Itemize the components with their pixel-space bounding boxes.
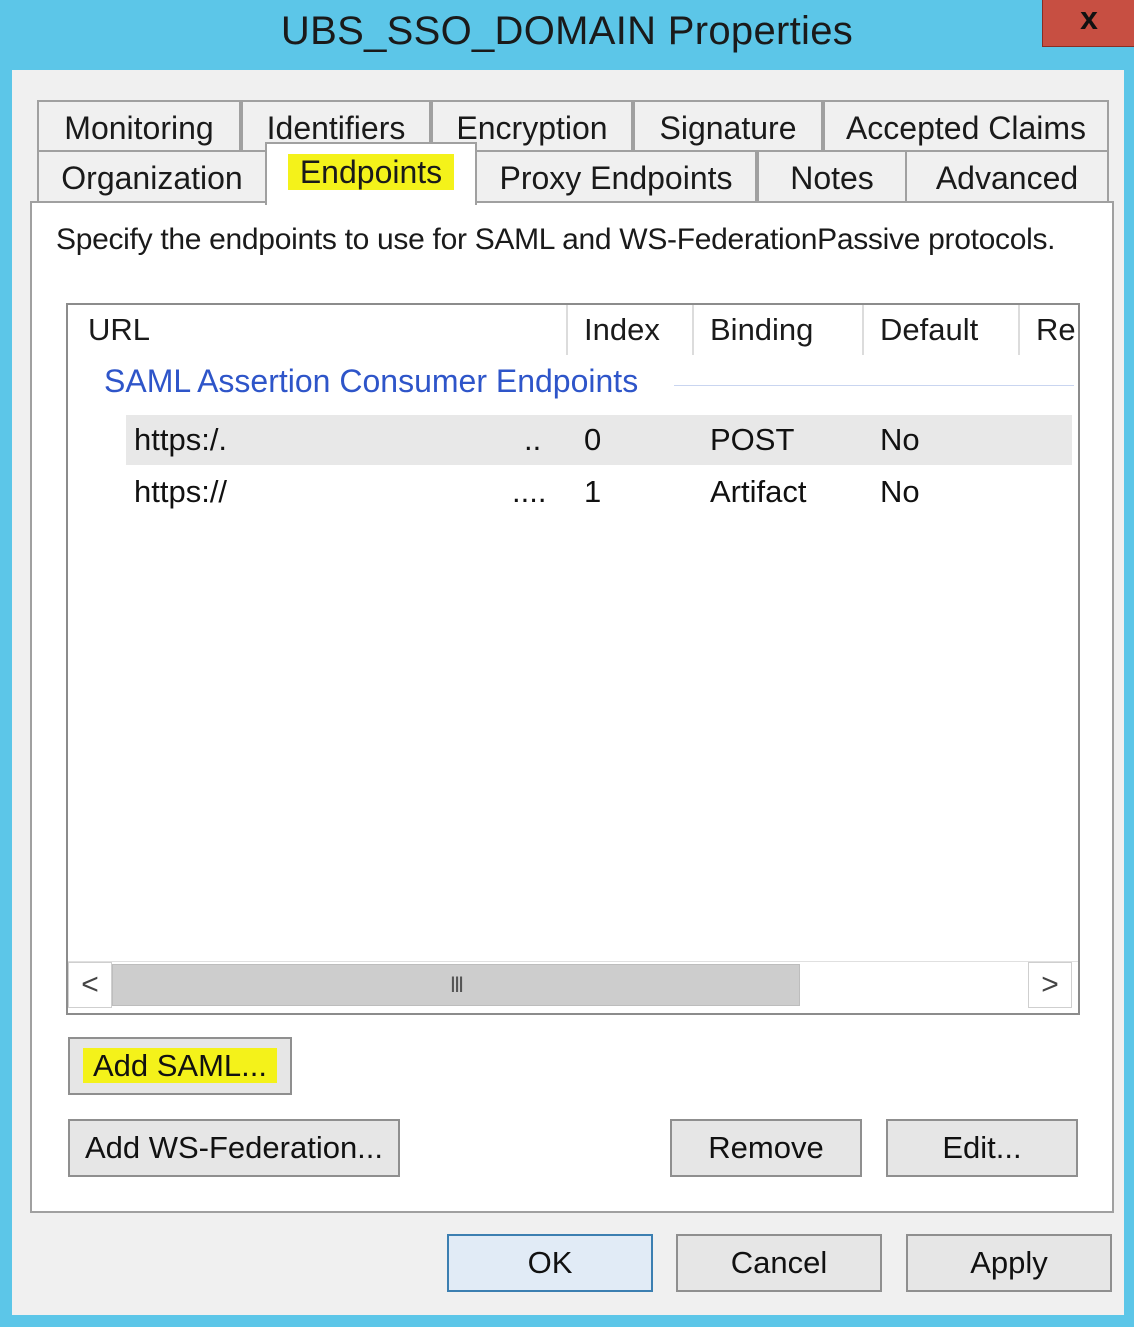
panel-description: Specify the endpoints to use for SAML an… (56, 223, 1056, 256)
tab-advanced[interactable]: Advanced (905, 150, 1109, 203)
row-url-ellipsis: .. (524, 422, 542, 457)
row-default: No (880, 474, 920, 509)
remove-button[interactable]: Remove (670, 1119, 862, 1177)
column-header-re[interactable]: Re (1020, 305, 1078, 355)
horizontal-scrollbar[interactable]: < III > (68, 961, 1078, 1010)
close-icon: x (1080, 0, 1098, 36)
scrollbar-thumb[interactable]: III (112, 964, 800, 1006)
column-header-url[interactable]: URL (72, 305, 568, 355)
chevron-left-icon[interactable]: < (68, 962, 112, 1008)
close-button[interactable]: x (1042, 0, 1134, 47)
tab-signature[interactable]: Signature (633, 100, 823, 152)
row-default: No (880, 422, 920, 457)
add-saml-button[interactable]: Add SAML... (68, 1037, 292, 1095)
endpoints-highlight: Endpoints (287, 154, 455, 190)
row-index: 0 (584, 422, 602, 457)
add-ws-federation-button[interactable]: Add WS-Federation... (68, 1119, 400, 1177)
endpoints-panel: Specify the endpoints to use for SAML an… (30, 201, 1114, 1213)
window-title: UBS_SSO_DOMAIN Properties (280, 9, 854, 53)
table-row[interactable]: https:// .... 1 Artifact No (126, 467, 1072, 517)
add-saml-highlight: Add SAML... (82, 1048, 278, 1083)
tab-accepted-claims[interactable]: Accepted Claims (823, 100, 1109, 152)
column-header-default[interactable]: Default (864, 305, 1020, 355)
table-row[interactable]: https:/. .. 0 POST No (126, 415, 1072, 465)
row-index: 1 (584, 474, 602, 509)
row-url: https:// (134, 474, 228, 509)
tab-proxy-endpoints[interactable]: Proxy Endpoints (475, 150, 757, 203)
chevron-right-icon[interactable]: > (1028, 962, 1072, 1008)
grip-icon: III (449, 972, 464, 997)
group-divider (674, 385, 1074, 386)
row-url-ellipsis: .... (512, 474, 547, 509)
row-url: https:/. (134, 422, 228, 457)
ok-button[interactable]: OK (447, 1234, 653, 1292)
cancel-button[interactable]: Cancel (676, 1234, 882, 1292)
edit-button[interactable]: Edit... (886, 1119, 1078, 1177)
row-binding: POST (710, 422, 795, 457)
dialog-body: Monitoring Identifiers Encryption Signat… (12, 70, 1124, 1315)
tab-organization[interactable]: Organization (37, 150, 267, 203)
endpoints-list[interactable]: URL Index Binding Default Re SAML Assert… (66, 303, 1080, 1015)
row-binding: Artifact (710, 474, 807, 509)
tab-endpoints[interactable]: Endpoints (265, 142, 477, 205)
column-header-index[interactable]: Index (568, 305, 694, 355)
apply-button[interactable]: Apply (906, 1234, 1112, 1292)
tab-monitoring[interactable]: Monitoring (37, 100, 241, 152)
properties-dialog: UBS_SSO_DOMAIN Properties x Monitoring I… (0, 0, 1134, 1327)
group-saml-assertion-consumer: SAML Assertion Consumer Endpoints (104, 363, 639, 399)
tab-notes[interactable]: Notes (757, 150, 907, 203)
column-header-binding[interactable]: Binding (694, 305, 864, 355)
